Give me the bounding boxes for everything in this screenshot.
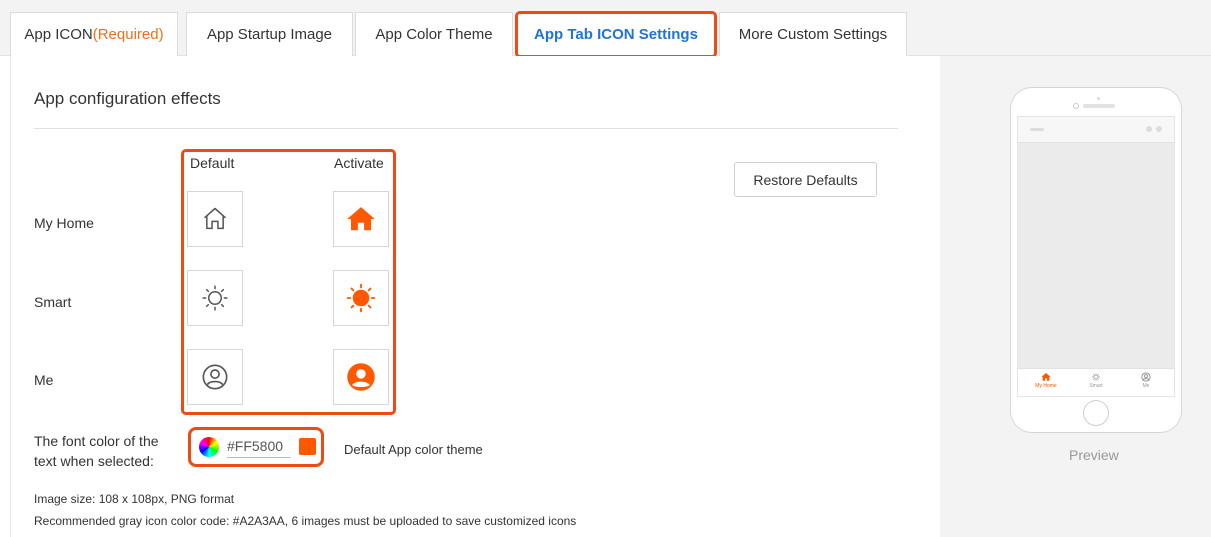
- phone-tab-smart-label: Smart: [1089, 383, 1103, 389]
- font-color-label: The font color of the text when selected…: [34, 431, 184, 471]
- tab-more-settings-label: More Custom Settings: [738, 26, 888, 43]
- sun-outline-icon: [1092, 373, 1100, 381]
- row-label-me: Me: [34, 372, 54, 388]
- color-hex-input[interactable]: #FF5800: [227, 438, 291, 458]
- phone-sensor: [1097, 97, 1100, 100]
- gray-color-note: Recommended gray icon color code: #A2A3A…: [34, 514, 577, 528]
- default-theme-text: Default App color theme: [344, 442, 483, 457]
- status-dot: [1146, 126, 1152, 132]
- phone-screen: My Home Smart Me: [1017, 116, 1175, 397]
- divider: [34, 128, 898, 129]
- phone-tab-me: Me: [1126, 372, 1166, 389]
- tab-app-icon[interactable]: App ICON (Required): [10, 12, 178, 56]
- status-bar-placeholder: [1030, 128, 1044, 131]
- phone-speaker: [1083, 104, 1115, 108]
- tab-more-settings[interactable]: More Custom Settings: [719, 12, 907, 56]
- font-color-label-line1: The font color of the: [34, 433, 159, 449]
- tab-startup-image-label: App Startup Image: [206, 26, 333, 43]
- row-label-my-home: My Home: [34, 215, 94, 231]
- tab-tab-icon-settings[interactable]: App Tab ICON Settings: [515, 11, 717, 58]
- color-swatch[interactable]: [299, 438, 316, 455]
- phone-home-button: [1083, 400, 1109, 426]
- image-size-note: Image size: 108 x 108px, PNG format: [34, 492, 235, 506]
- preview-label: Preview: [1069, 447, 1119, 463]
- row-label-smart: Smart: [34, 294, 72, 310]
- status-dot: [1156, 126, 1162, 132]
- restore-defaults-button[interactable]: Restore Defaults: [734, 162, 877, 197]
- tab-bar: App ICON (Required) App Startup Image App…: [0, 0, 1211, 58]
- color-wheel-icon[interactable]: [199, 437, 219, 457]
- section-title: App configuration effects: [34, 89, 221, 108]
- phone-tab-my-home: My Home: [1026, 372, 1066, 389]
- tab-required-mark: (Required): [92, 26, 164, 43]
- icon-grid-highlight: [181, 149, 396, 415]
- tab-color-theme-label: App Color Theme: [375, 26, 493, 43]
- tab-startup-image[interactable]: App Startup Image: [186, 12, 353, 56]
- phone-tab-smart: Smart: [1076, 372, 1116, 389]
- house-filled-icon: [1041, 373, 1051, 381]
- phone-tab-me-label: Me: [1142, 383, 1150, 389]
- phone-preview: My Home Smart Me: [1010, 87, 1182, 433]
- phone-tab-my-home-label: My Home: [1035, 383, 1057, 389]
- color-picker[interactable]: #FF5800: [188, 427, 324, 467]
- tab-tab-icon-settings-label: App Tab ICON Settings: [534, 26, 698, 43]
- phone-tab-bar: My Home Smart Me: [1018, 368, 1174, 396]
- tab-color-theme[interactable]: App Color Theme: [355, 12, 513, 56]
- phone-camera: [1073, 103, 1079, 109]
- font-color-label-line2: text when selected:: [34, 453, 154, 469]
- user-circle-outline-icon: [1141, 372, 1151, 382]
- phone-status-bar: [1018, 117, 1174, 143]
- tab-app-icon-label: App ICON: [24, 26, 93, 43]
